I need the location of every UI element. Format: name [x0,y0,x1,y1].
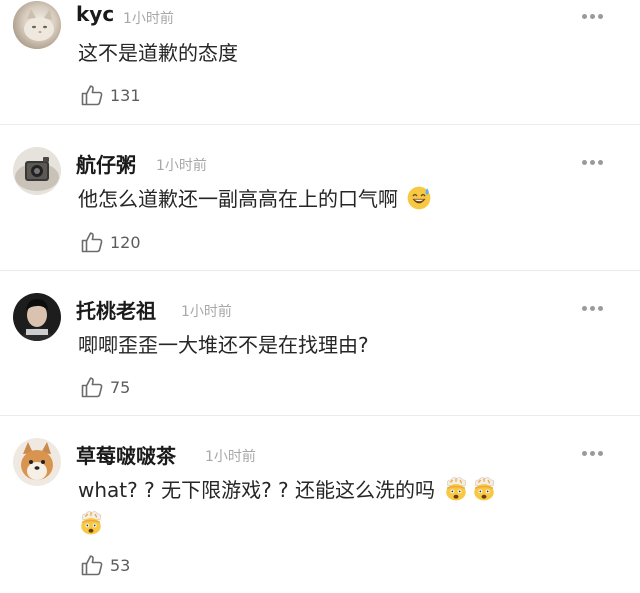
avatar[interactable] [13,1,61,49]
username[interactable]: kyc [76,2,114,26]
more-options-button[interactable] [582,306,604,312]
timestamp: 1小时前 [123,11,174,27]
more-dot [582,160,587,165]
comment-text-content: 他怎么道歉还一副高高在上的口气啊 [78,187,398,211]
timestamp: 1小时前 [205,449,256,465]
more-dot [582,451,587,456]
avatar[interactable] [13,293,61,341]
comment-item: kyc 1小时前 这不是道歉的态度 131 [0,0,640,125]
comment-text-content: what? ? 无下限游戏? ? 还能这么洗的吗 [78,478,436,502]
username[interactable]: 托桃老祖 [76,295,156,324]
avatar[interactable] [13,438,61,486]
more-options-button[interactable] [582,14,604,20]
thumbs-up-icon [81,232,103,253]
like-count: 53 [110,555,131,575]
more-dot [590,160,595,165]
comment-text-content: 唧唧歪歪一大堆还不是在找理由? [78,333,369,357]
thumbs-up-icon [81,85,103,106]
exploding-head-emoji [446,477,467,501]
username[interactable]: 航仔粥 [76,149,136,178]
more-dot [590,451,595,456]
thumbs-up-icon [81,377,103,398]
more-dot [598,160,603,165]
like-count: 131 [110,85,141,105]
like-button[interactable]: 120 [80,229,141,255]
comment-text-content: 这不是道歉的态度 [78,41,238,65]
more-dot [598,306,603,311]
dog-avatar-icon [13,438,61,486]
comment-item: 托桃老祖 1小时前 唧唧歪歪一大堆还不是在找理由? 75 [0,271,640,416]
like-button[interactable]: 53 [80,552,130,578]
thumbs-up-icon [81,555,103,576]
camera-avatar-icon [13,147,61,195]
more-dot [598,14,603,19]
timestamp: 1小时前 [181,304,232,320]
sweat-smile-emoji [407,186,431,210]
more-dot [582,306,587,311]
timestamp: 1小时前 [156,158,207,174]
username[interactable]: 草莓啵啵茶 [76,440,176,469]
exploding-head-emoji [81,511,102,535]
more-dot [590,306,595,311]
more-options-button[interactable] [582,451,604,457]
comment-text: 唧唧歪歪一大堆还不是在找理由? [78,328,610,362]
comment-text: 这不是道歉的态度 [78,36,610,70]
comment-text: 他怎么道歉还一副高高在上的口气啊 [78,182,610,216]
cat-avatar-icon [13,1,61,49]
more-dot [598,451,603,456]
more-options-button[interactable] [582,160,604,166]
more-dot [582,14,587,19]
like-count: 75 [110,377,131,397]
exploding-head-emoji [474,477,495,501]
like-button[interactable]: 75 [80,374,130,400]
avatar[interactable] [13,147,61,195]
comment-item: 航仔粥 1小时前 他怎么道歉还一副高高在上的口气啊 120 [0,125,640,271]
comment-item: 草莓啵啵茶 1小时前 what? ? 无下限游戏? ? 还能这么洗的吗 53 [0,416,640,593]
person-avatar-icon [13,293,61,341]
like-button[interactable]: 131 [80,82,141,108]
comment-text: what? ? 无下限游戏? ? 还能这么洗的吗 [78,473,610,541]
like-count: 120 [110,232,141,252]
more-dot [590,14,595,19]
